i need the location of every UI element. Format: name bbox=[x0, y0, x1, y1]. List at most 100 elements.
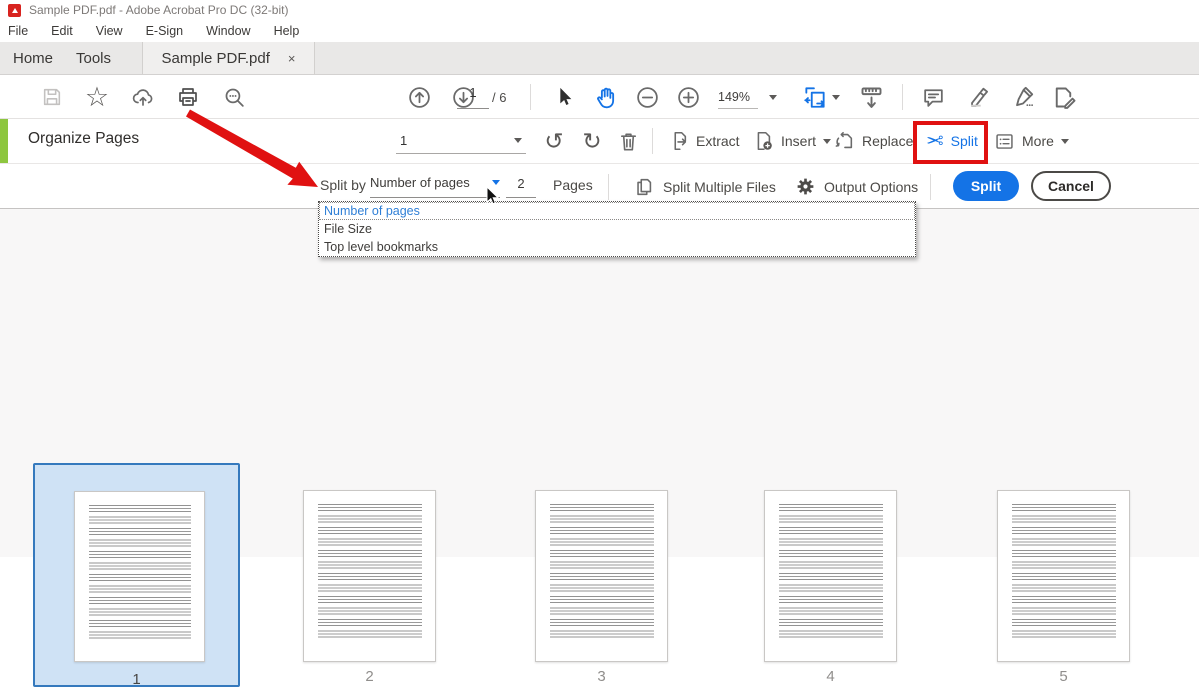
app-window: Sample PDF.pdf - Adobe Acrobat Pro DC (3… bbox=[0, 0, 1199, 688]
page-thumbnail[interactable] bbox=[997, 490, 1130, 662]
thumbnail-grid: 1 2 3 4 5 bbox=[0, 209, 1199, 688]
thumbnail-page-4[interactable]: 4 bbox=[764, 490, 897, 685]
measure-ruler-icon[interactable] bbox=[855, 75, 887, 119]
dropdown-option-top-level-bookmarks[interactable]: Top level bookmarks bbox=[319, 238, 915, 256]
thumbnail-page-1-selected[interactable]: 1 bbox=[33, 463, 240, 688]
share-cloud-upload-icon[interactable] bbox=[130, 75, 156, 119]
tab-tools[interactable]: Tools bbox=[76, 42, 111, 74]
main-toolbar: ☆ 1 / 6 149% bbox=[0, 75, 1199, 119]
page-number-label: 5 bbox=[1059, 668, 1068, 685]
rotate-left-icon[interactable]: ↺ bbox=[540, 119, 568, 163]
highlighter-icon[interactable] bbox=[963, 75, 993, 119]
page-total-label: / 6 bbox=[492, 90, 507, 105]
search-icon[interactable] bbox=[220, 75, 248, 119]
hand-tool-icon[interactable] bbox=[591, 75, 621, 119]
more-button[interactable]: More bbox=[994, 119, 1069, 163]
page-number-label: 3 bbox=[597, 668, 606, 685]
window-title: Sample PDF.pdf - Adobe Acrobat Pro DC (3… bbox=[29, 3, 289, 17]
output-options-label: Output Options bbox=[824, 178, 919, 195]
replace-label: Replace bbox=[862, 133, 914, 149]
rotate-right-icon[interactable]: ↻ bbox=[578, 119, 606, 163]
thumbnail-page-2[interactable]: 2 bbox=[303, 490, 436, 685]
page-count-input[interactable]: 2 bbox=[506, 170, 536, 198]
toolbar-divider bbox=[902, 84, 903, 110]
pages-unit-label: Pages bbox=[553, 177, 593, 193]
more-label: More bbox=[1022, 133, 1054, 149]
previous-page-icon[interactable] bbox=[405, 75, 433, 119]
page-thumbnail[interactable] bbox=[74, 491, 205, 662]
page-text-preview bbox=[550, 504, 654, 641]
select-tool-icon[interactable] bbox=[551, 75, 577, 119]
page-fit-chevron-down-icon[interactable] bbox=[829, 75, 843, 119]
dropdown-option-number-of-pages[interactable]: Number of pages bbox=[319, 202, 915, 220]
title-bar: Sample PDF.pdf - Adobe Acrobat Pro DC (3… bbox=[0, 0, 1199, 20]
page-range-input[interactable]: 1 bbox=[396, 128, 526, 154]
zoom-level-value[interactable]: 149% bbox=[718, 85, 758, 109]
menu-window[interactable]: Window bbox=[206, 24, 250, 38]
extract-button[interactable]: Extract bbox=[667, 119, 740, 163]
delete-pages-icon[interactable] bbox=[614, 119, 642, 163]
page-thumbnail[interactable] bbox=[764, 490, 897, 662]
thumbnail-page-3[interactable]: 3 bbox=[535, 490, 668, 685]
insert-label: Insert bbox=[781, 133, 817, 149]
zoom-in-icon[interactable] bbox=[674, 75, 702, 119]
edit-document-icon[interactable] bbox=[1047, 75, 1079, 119]
close-tab-icon[interactable]: × bbox=[288, 51, 296, 66]
split-method-chevron-down-icon bbox=[492, 180, 500, 185]
replace-button[interactable]: Replace bbox=[833, 119, 913, 163]
menu-edit[interactable]: Edit bbox=[51, 24, 73, 38]
tab-document[interactable]: Sample PDF.pdf × bbox=[142, 42, 315, 74]
sign-pen-icon[interactable] bbox=[1008, 75, 1038, 119]
toolbar-divider bbox=[530, 84, 531, 110]
tab-bar: Home Tools Sample PDF.pdf × bbox=[0, 42, 1199, 75]
toolbar-divider bbox=[608, 174, 609, 200]
page-thumbnail[interactable] bbox=[535, 490, 668, 662]
split-multiple-files-label: Split Multiple Files bbox=[663, 178, 776, 195]
page-thumbnail[interactable] bbox=[303, 490, 436, 662]
tab-home[interactable]: Home bbox=[13, 42, 53, 74]
split-tool-button[interactable]: ✂ Split bbox=[926, 119, 978, 163]
split-method-value: Number of pages bbox=[370, 175, 470, 190]
comment-icon[interactable] bbox=[918, 75, 948, 119]
toolbar-divider bbox=[652, 128, 653, 154]
extract-label: Extract bbox=[696, 133, 740, 149]
page-text-preview bbox=[1012, 504, 1116, 641]
tool-title: Organize Pages bbox=[28, 130, 140, 147]
toolbar-divider bbox=[930, 174, 931, 200]
tab-document-label: Sample PDF.pdf bbox=[161, 49, 270, 67]
page-number-label: 1 bbox=[132, 671, 141, 688]
page-number-input[interactable]: 1 bbox=[457, 85, 489, 109]
split-by-label: Split by bbox=[320, 177, 366, 193]
insert-chevron-down-icon bbox=[823, 138, 832, 144]
split-method-select[interactable]: Number of pages bbox=[370, 170, 500, 198]
menu-bar: File Edit View E-Sign Window Help bbox=[0, 20, 1199, 42]
favorite-star-icon[interactable]: ☆ bbox=[84, 75, 110, 119]
dropdown-option-file-size[interactable]: File Size bbox=[319, 220, 915, 238]
page-range-chevron-down-icon[interactable] bbox=[514, 138, 522, 143]
save-button[interactable] bbox=[40, 75, 64, 119]
split-by-dropdown-menu: Number of pages File Size Top level book… bbox=[318, 201, 916, 257]
insert-button[interactable]: Insert bbox=[752, 119, 832, 163]
menu-file[interactable]: File bbox=[8, 24, 28, 38]
menu-esign[interactable]: E-Sign bbox=[146, 24, 184, 38]
acrobat-app-icon bbox=[8, 3, 21, 17]
menu-view[interactable]: View bbox=[96, 24, 123, 38]
organize-pages-toolbar: Organize Pages 1 ↺ ↻ Extract Insert Repl… bbox=[0, 119, 1199, 164]
zoom-chevron-down-icon[interactable] bbox=[766, 75, 780, 119]
tool-accent-strip bbox=[0, 119, 8, 163]
menu-help[interactable]: Help bbox=[274, 24, 300, 38]
cancel-button[interactable]: Cancel bbox=[1031, 171, 1111, 201]
thumbnail-page-5[interactable]: 5 bbox=[997, 490, 1130, 685]
zoom-out-icon[interactable] bbox=[633, 75, 661, 119]
page-text-preview bbox=[779, 504, 883, 641]
split-tool-label: Split bbox=[950, 133, 978, 149]
more-chevron-down-icon bbox=[1060, 138, 1069, 144]
page-text-preview bbox=[89, 505, 191, 641]
page-range-value: 1 bbox=[400, 133, 408, 148]
print-icon[interactable] bbox=[174, 75, 202, 119]
split-confirm-button[interactable]: Split bbox=[953, 171, 1019, 201]
page-number-label: 4 bbox=[826, 668, 835, 685]
page-fit-icon[interactable] bbox=[800, 75, 830, 119]
scissors-icon: ✂ bbox=[926, 129, 944, 153]
page-number-label: 2 bbox=[365, 668, 374, 685]
